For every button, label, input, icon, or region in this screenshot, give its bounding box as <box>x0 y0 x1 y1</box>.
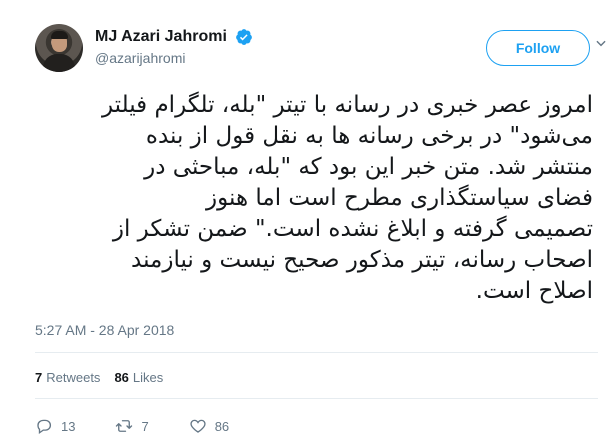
retweet-icon <box>116 420 133 432</box>
heart-icon <box>190 419 206 433</box>
author-info: MJ Azari Jahromi @azarijahromi <box>95 28 253 66</box>
tweet-text: امروز عصر خبری در رسانه با تیتر "بله، تل… <box>101 92 593 304</box>
verified-badge-icon <box>236 29 253 45</box>
reply-count: 13 <box>61 418 76 434</box>
retweets-count: 7 <box>35 370 43 385</box>
avatar[interactable] <box>35 24 83 72</box>
likes-label: Likes <box>132 370 164 385</box>
author-handle[interactable]: @azarijahromi <box>95 50 253 66</box>
retweet-count: 7 <box>141 418 149 434</box>
retweets-label: Retweets <box>46 370 101 385</box>
retweet-button[interactable]: 7 <box>115 417 149 435</box>
like-count: 86 <box>214 418 230 434</box>
tweet-card: MJ Azari Jahromi @azarijahromi Follow ام… <box>0 0 613 439</box>
reply-button[interactable]: 13 <box>35 417 75 435</box>
divider <box>35 352 598 353</box>
retweets-stat[interactable]: 7 Retweets <box>35 370 100 385</box>
follow-button[interactable]: Follow <box>486 30 590 66</box>
tweet-timestamp[interactable]: 5:27 AM - 28 Apr 2018 <box>35 322 174 338</box>
tweet-stats: 7 Retweets 86 Likes <box>35 370 163 385</box>
likes-count: 86 <box>114 370 129 385</box>
tweet-actions: 13 7 86 <box>35 416 269 436</box>
like-button[interactable]: 86 <box>189 417 229 435</box>
chevron-down-icon[interactable] <box>594 36 608 50</box>
divider <box>35 398 598 399</box>
reply-icon <box>37 419 52 435</box>
likes-stat[interactable]: 86 Likes <box>114 370 163 385</box>
author-display-name[interactable]: MJ Azari Jahromi <box>95 28 227 46</box>
tweet-header: MJ Azari Jahromi @azarijahromi Follow <box>35 18 606 78</box>
